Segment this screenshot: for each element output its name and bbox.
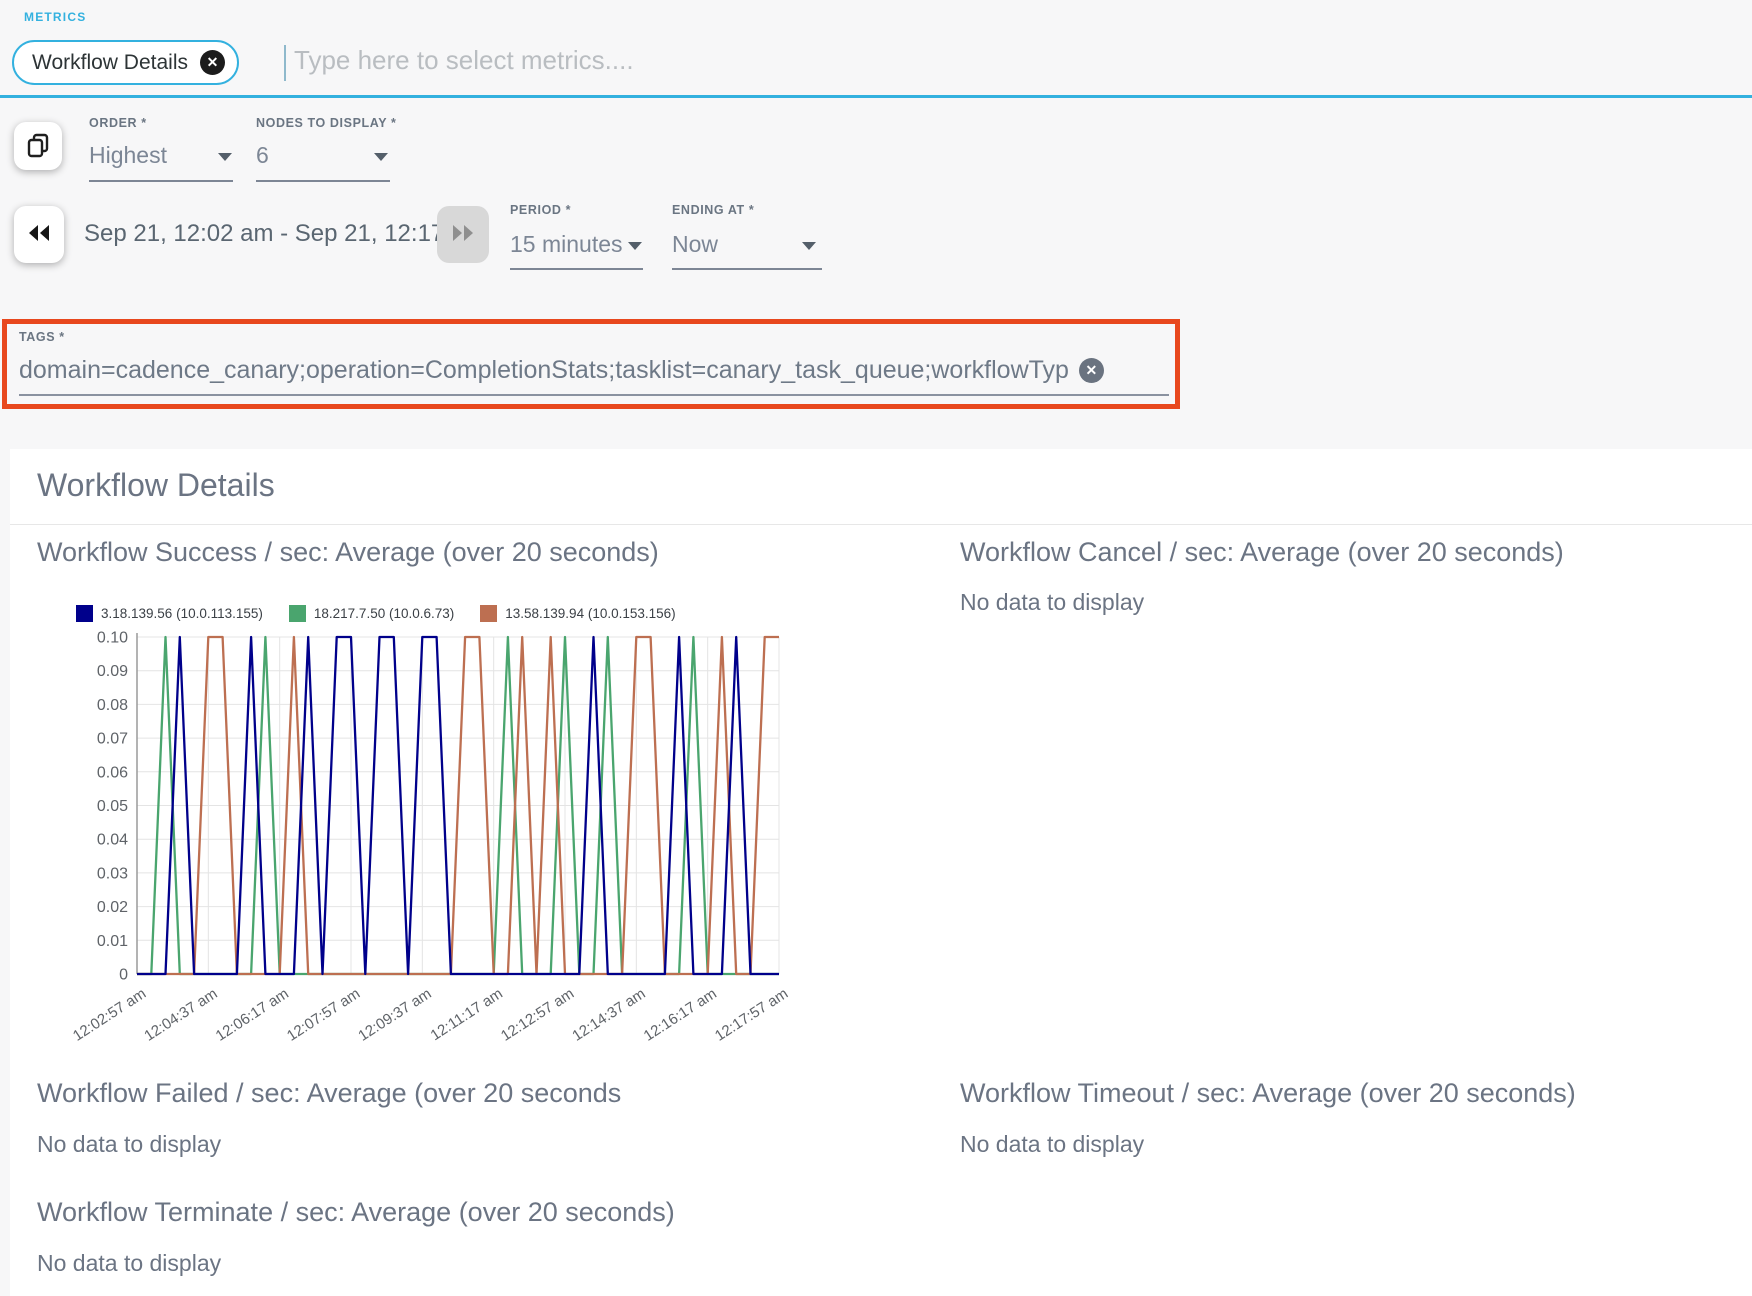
nodes-underline bbox=[256, 180, 390, 182]
tags-value: domain=cadence_canary;operation=Completi… bbox=[19, 356, 1069, 385]
period-select[interactable]: 15 minutes bbox=[510, 231, 623, 258]
chart-legend: 3.18.139.56 (10.0.113.155) 18.217.7.50 (… bbox=[76, 605, 676, 622]
chevron-down-icon bbox=[374, 153, 388, 161]
svg-text:0.09: 0.09 bbox=[97, 663, 128, 680]
time-range-text: Sep 21, 12:02 am - Sep 21, 12:17 am bbox=[84, 220, 484, 248]
tags-clear-icon[interactable]: ✕ bbox=[1079, 358, 1104, 383]
workflow-timeout-title: Workflow Timeout / sec: Average (over 20… bbox=[960, 1078, 1576, 1109]
ending-at-select[interactable]: Now bbox=[672, 231, 718, 258]
svg-text:0.10: 0.10 bbox=[97, 630, 128, 647]
svg-text:0.05: 0.05 bbox=[97, 798, 128, 815]
workflow-terminate-title: Workflow Terminate / sec: Average (over … bbox=[37, 1197, 675, 1228]
chevron-down-icon bbox=[218, 153, 232, 161]
metrics-bar-underline bbox=[0, 95, 1752, 98]
period-label: PERIOD * bbox=[510, 203, 571, 217]
svg-text:12:02:57 am: 12:02:57 am bbox=[70, 985, 149, 1045]
chip-remove-icon[interactable]: ✕ bbox=[200, 50, 225, 75]
legend-swatch-brown bbox=[480, 605, 497, 622]
svg-text:0.04: 0.04 bbox=[97, 832, 128, 849]
ending-at-label: ENDING AT * bbox=[672, 203, 754, 217]
svg-text:12:17:57 am: 12:17:57 am bbox=[712, 985, 791, 1045]
workflow-success-title: Workflow Success / sec: Average (over 20… bbox=[37, 537, 659, 568]
ending-underline bbox=[672, 268, 822, 270]
svg-text:12:07:57 am: 12:07:57 am bbox=[284, 985, 363, 1045]
text-caret bbox=[284, 45, 286, 81]
legend-item: 18.217.7.50 (10.0.6.73) bbox=[289, 605, 454, 622]
svg-text:0.03: 0.03 bbox=[97, 865, 128, 882]
workflow-cancel-title: Workflow Cancel / sec: Average (over 20 … bbox=[960, 537, 1564, 568]
legend-swatch-blue bbox=[76, 605, 93, 622]
metrics-dashboard: METRICS Workflow Details ✕ ORDER * Highe… bbox=[0, 0, 1752, 1296]
svg-text:0: 0 bbox=[119, 967, 128, 984]
rewind-icon bbox=[26, 223, 52, 246]
failed-no-data: No data to display bbox=[37, 1131, 221, 1158]
workflow-failed-title: Workflow Failed / sec: Average (over 20 … bbox=[37, 1078, 621, 1109]
svg-text:0.01: 0.01 bbox=[97, 933, 128, 950]
period-underline bbox=[510, 268, 643, 270]
terminate-no-data: No data to display bbox=[37, 1250, 221, 1277]
tags-input[interactable]: domain=cadence_canary;operation=Completi… bbox=[19, 356, 1104, 385]
svg-text:0.07: 0.07 bbox=[97, 731, 128, 748]
svg-text:0.08: 0.08 bbox=[97, 697, 128, 714]
svg-text:12:14:37 am: 12:14:37 am bbox=[569, 985, 648, 1045]
legend-label: 13.58.139.94 (10.0.153.156) bbox=[505, 606, 675, 621]
svg-text:12:11:17 am: 12:11:17 am bbox=[428, 985, 506, 1044]
tags-label: TAGS * bbox=[19, 330, 65, 344]
legend-label: 3.18.139.56 (10.0.113.155) bbox=[101, 606, 263, 621]
order-select[interactable]: Highest bbox=[89, 142, 167, 169]
timeout-no-data: No data to display bbox=[960, 1131, 1144, 1158]
nodes-to-display-select[interactable]: 6 bbox=[256, 142, 269, 169]
metric-chip-workflow-details[interactable]: Workflow Details ✕ bbox=[12, 40, 239, 85]
legend-item: 3.18.139.56 (10.0.113.155) bbox=[76, 605, 263, 622]
metrics-section-label: METRICS bbox=[24, 10, 86, 24]
legend-label: 18.217.7.50 (10.0.6.73) bbox=[314, 606, 454, 621]
tags-underline bbox=[19, 394, 1169, 396]
metric-chip-label: Workflow Details bbox=[32, 51, 188, 75]
annotation-highlight-box: TAGS * domain=cadence_canary;operation=C… bbox=[2, 319, 1180, 409]
success-chart: 0.10 0.09 0.08 0.07 0.06 0.05 0.04 0.03 0.02 0.01… bbox=[60, 628, 820, 1068]
cancel-no-data: No data to display bbox=[960, 589, 1144, 616]
copy-icon bbox=[25, 132, 51, 161]
svg-text:0.06: 0.06 bbox=[97, 764, 128, 781]
fast-forward-icon bbox=[450, 223, 476, 246]
order-underline bbox=[89, 180, 233, 182]
panel-divider bbox=[10, 524, 1752, 525]
svg-text:0.02: 0.02 bbox=[97, 899, 128, 916]
order-label: ORDER * bbox=[89, 116, 147, 130]
svg-text:12:12:57 am: 12:12:57 am bbox=[498, 985, 577, 1045]
copy-button[interactable] bbox=[14, 122, 62, 170]
svg-text:12:06:17 am: 12:06:17 am bbox=[213, 985, 292, 1045]
legend-swatch-green bbox=[289, 605, 306, 622]
time-forward-button[interactable] bbox=[437, 206, 489, 263]
workflow-details-panel: Workflow Details Workflow Success / sec:… bbox=[10, 449, 1752, 1296]
legend-item: 13.58.139.94 (10.0.153.156) bbox=[480, 605, 675, 622]
nodes-to-display-label: NODES TO DISPLAY * bbox=[256, 116, 396, 130]
chevron-down-icon bbox=[802, 242, 816, 250]
svg-text:12:09:37 am: 12:09:37 am bbox=[355, 985, 434, 1045]
svg-text:12:04:37 am: 12:04:37 am bbox=[141, 985, 220, 1045]
panel-title: Workflow Details bbox=[37, 467, 275, 504]
chevron-down-icon bbox=[628, 242, 642, 250]
metrics-search-input[interactable] bbox=[292, 44, 1192, 77]
time-back-button[interactable] bbox=[14, 206, 64, 263]
svg-text:12:16:17 am: 12:16:17 am bbox=[641, 985, 720, 1045]
